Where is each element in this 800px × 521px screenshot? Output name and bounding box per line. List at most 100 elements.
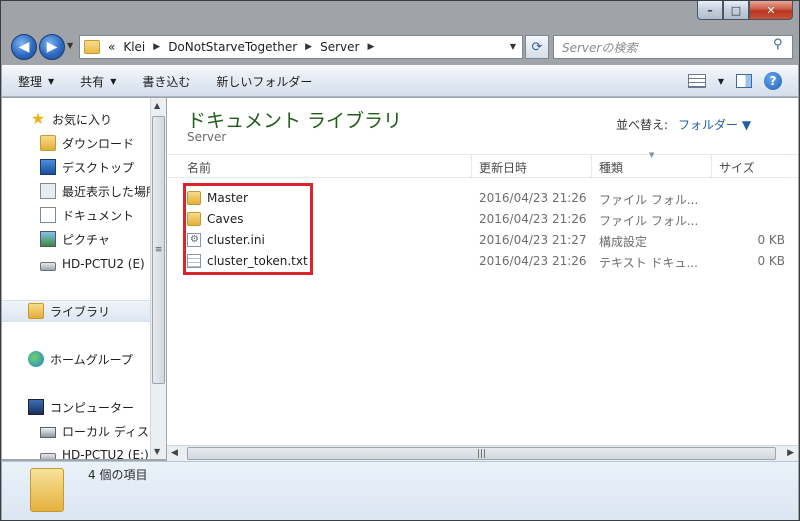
new-folder-label: 新しいフォルダー	[216, 74, 313, 89]
scroll-left-icon[interactable]: ◀	[171, 448, 178, 458]
search-icon[interactable]: ⚲	[773, 37, 787, 52]
local-disk-icon	[40, 427, 56, 438]
sidebar-item-drive-e2[interactable]: HD-PCTU2 (E:)	[40, 444, 149, 459]
details-pane: 4 個の項目	[2, 461, 798, 520]
address-dropdown-icon[interactable]: ▼	[510, 42, 516, 51]
column-date[interactable]: 更新日時	[479, 159, 527, 176]
file-date: 2016/04/23 21:26	[479, 191, 587, 205]
sidebar-item-libraries[interactable]: ライブラリ	[2, 300, 150, 322]
column-size[interactable]: サイズ	[719, 159, 755, 176]
sidebar-item-label: ダウンロード	[62, 136, 135, 151]
caption-buttons: – □ ✕	[697, 1, 793, 20]
scroll-thumb[interactable]: ≡	[152, 116, 165, 384]
file-date: 2016/04/23 21:27	[479, 233, 587, 247]
refresh-button[interactable]: ⟳	[525, 35, 549, 59]
drive-icon	[40, 261, 56, 271]
library-title: ドキュメント ライブラリ	[187, 110, 403, 132]
column-name[interactable]: 名前	[187, 159, 211, 176]
address-row: ◀ ▶ ▼ « Klei ▶ DoNotStarveTogether ▶ Ser…	[9, 33, 793, 61]
search-input[interactable]: Serverの検索	[553, 35, 793, 59]
recent-places-icon	[40, 183, 56, 199]
navigation-pane: ★ お気に入り ダウンロード デスクトップ 最近表示した場所 ドキュメント ピク…	[2, 98, 150, 459]
minimize-button[interactable]: –	[697, 1, 723, 20]
back-button[interactable]: ◀	[11, 34, 37, 60]
arrange-label: 並べ替え:	[616, 118, 669, 132]
organize-menu[interactable]: 整理 ▼	[18, 73, 54, 90]
help-icon[interactable]: ?	[764, 72, 782, 90]
sidebar-item-favorites[interactable]: ★ お気に入り	[30, 108, 112, 130]
sidebar-item-label: ローカル ディスク	[62, 424, 150, 439]
file-type: 構成設定	[599, 235, 648, 249]
maximize-button[interactable]: □	[723, 1, 749, 20]
column-type[interactable]: 種類	[599, 159, 623, 176]
breadcrumb-klei[interactable]: Klei	[123, 40, 145, 54]
chevron-down-icon[interactable]: ▼	[718, 77, 724, 86]
scroll-right-icon[interactable]: ▶	[787, 448, 794, 458]
sidebar-item-computer[interactable]: コンピューター	[28, 396, 134, 418]
arrange-value: フォルダー	[678, 118, 739, 132]
file-type: ファイル フォル...	[599, 214, 699, 228]
scroll-down-icon[interactable]: ▼	[154, 447, 160, 456]
pictures-icon	[40, 231, 56, 247]
sidebar-item-downloads[interactable]: ダウンロード	[40, 132, 134, 154]
preview-pane-icon[interactable]	[736, 74, 752, 88]
breadcrumb-donotstarvetogether[interactable]: DoNotStarveTogether	[168, 40, 297, 54]
column-divider[interactable]	[591, 155, 592, 177]
chevron-right-icon[interactable]: ▶	[153, 42, 160, 52]
homegroup-icon	[28, 351, 44, 367]
navigation-scrollbar[interactable]: ▲ ≡ ▼	[150, 98, 166, 459]
file-date: 2016/04/23 21:26	[479, 212, 587, 226]
address-bar[interactable]: « Klei ▶ DoNotStarveTogether ▶ Server ▶ …	[79, 35, 523, 59]
highlight-box	[183, 183, 313, 275]
drive-icon	[40, 452, 56, 459]
horizontal-scrollbar[interactable]: ◀ ||| ▶	[167, 445, 798, 461]
burn-label: 書き込む	[142, 74, 191, 89]
breadcrumb-server[interactable]: Server	[320, 40, 359, 54]
arrange-by-dropdown[interactable]: フォルダー ▼	[678, 116, 751, 133]
sort-caret-icon: ▼	[649, 151, 655, 159]
sidebar-item-label: HD-PCTU2 (E)	[62, 257, 145, 271]
file-type: テキスト ドキュ...	[599, 256, 698, 270]
scroll-up-icon[interactable]: ▲	[154, 101, 160, 110]
new-folder-button[interactable]: 新しいフォルダー	[216, 73, 312, 90]
download-folder-icon	[40, 135, 56, 151]
sidebar-item-pictures[interactable]: ピクチャ	[40, 228, 110, 250]
file-size: 0 KB	[757, 233, 785, 247]
file-list-pane: ドキュメント ライブラリ Server 並べ替え: フォルダー ▼ 名前 更新日…	[167, 98, 798, 445]
close-button[interactable]: ✕	[749, 1, 793, 20]
sidebar-item-recent[interactable]: 最近表示した場所	[40, 180, 150, 202]
sidebar-item-drive-e[interactable]: HD-PCTU2 (E)	[40, 253, 145, 275]
sidebar-item-label: お気に入り	[52, 112, 113, 127]
sidebar-item-label: 最近表示した場所	[62, 184, 150, 199]
scroll-thumb[interactable]: |||	[187, 447, 776, 460]
sidebar-item-homegroup[interactable]: ホームグループ	[28, 348, 133, 370]
library-subtitle: Server	[187, 130, 227, 144]
chevron-right-icon[interactable]: ▶	[305, 42, 312, 52]
sidebar-item-desktop[interactable]: デスクトップ	[40, 156, 134, 178]
sidebar-item-label: HD-PCTU2 (E:)	[62, 448, 149, 459]
recent-pages-dropdown-icon[interactable]: ▼	[67, 41, 73, 50]
breadcrumb-overflow[interactable]: «	[108, 40, 115, 54]
desktop-icon	[40, 159, 56, 175]
chevron-down-icon: ▼	[110, 76, 117, 86]
folder-icon	[30, 468, 64, 512]
library-icon	[28, 303, 44, 319]
sidebar-item-documents[interactable]: ドキュメント	[40, 204, 134, 226]
column-divider[interactable]	[711, 155, 712, 177]
column-divider[interactable]	[471, 155, 472, 177]
chevron-down-icon: ▼	[48, 76, 55, 86]
item-count: 4 個の項目	[88, 468, 148, 482]
burn-button[interactable]: 書き込む	[142, 73, 190, 90]
arrange-by: 並べ替え: フォルダー ▼	[616, 116, 751, 133]
sidebar-item-local-disk[interactable]: ローカル ディスク	[40, 420, 150, 442]
file-type: ファイル フォル...	[599, 193, 699, 207]
file-date: 2016/04/23 21:26	[479, 254, 587, 268]
chevron-right-icon[interactable]: ▶	[367, 42, 374, 52]
organize-label: 整理	[18, 74, 43, 89]
share-menu[interactable]: 共有 ▼	[80, 73, 116, 90]
forward-button[interactable]: ▶	[39, 34, 65, 60]
view-options-icon[interactable]	[687, 74, 706, 88]
folder-icon	[84, 40, 100, 54]
command-bar-right: ▼ ?	[687, 72, 782, 90]
sidebar-item-label: コンピューター	[50, 400, 135, 415]
